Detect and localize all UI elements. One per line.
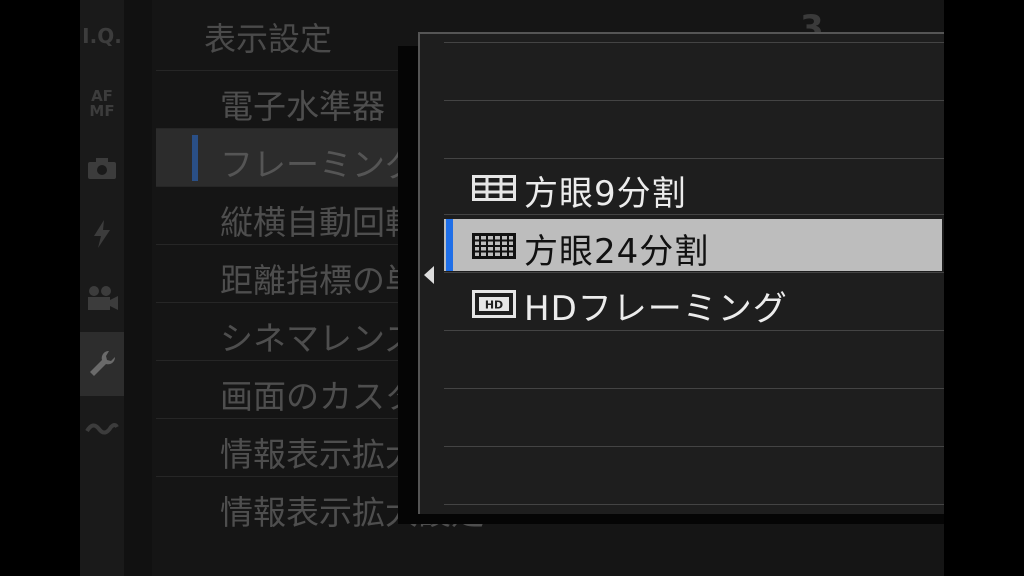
submenu-row: [444, 42, 944, 100]
grid-9-icon: [472, 175, 516, 205]
image-quality-text: I.Q.: [82, 24, 122, 48]
option-label: 方眼9分割: [524, 174, 687, 214]
camera-icon[interactable]: [80, 140, 124, 196]
camera-menu-screen: I.Q. AF MF 表示設定 3 電子水準器 フレーミングガイド 縦横自動回転…: [80, 0, 944, 576]
movie-icon[interactable]: [80, 270, 124, 326]
menu-item-label: 電子水準器: [220, 87, 385, 126]
menu-item-label: シネマレンズ: [220, 319, 418, 358]
option-grid-24[interactable]: 方眼24分割: [444, 219, 942, 272]
flash-icon[interactable]: [80, 206, 124, 262]
submenu-row: [444, 100, 944, 158]
menu-category-column: I.Q. AF MF: [80, 0, 124, 576]
submenu-row: [444, 446, 944, 504]
column-divider: [124, 0, 152, 576]
option-label: HDフレーミング: [524, 289, 788, 329]
menu-item-label: 情報表示拡大: [220, 435, 418, 474]
submenu-row: [444, 388, 944, 446]
image-quality-icon[interactable]: I.Q.: [80, 8, 124, 64]
option-hd-framing[interactable]: HD HDフレーミング: [444, 276, 942, 329]
af-mf-icon[interactable]: AF MF: [80, 76, 124, 132]
grid-24-icon: [472, 233, 516, 263]
option-label: 方眼24分割: [524, 232, 710, 272]
submenu-row: [444, 330, 944, 388]
back-arrow-icon[interactable]: [424, 266, 434, 284]
af-mf-text: AF MF: [89, 87, 115, 120]
wireless-icon[interactable]: [80, 400, 124, 456]
option-grid-9[interactable]: 方眼9分割: [444, 161, 942, 214]
menu-title: 表示設定: [204, 20, 333, 58]
hd-framing-icon: HD: [472, 290, 516, 322]
svg-text:HD: HD: [485, 299, 503, 312]
wrench-icon[interactable]: [80, 332, 124, 396]
submenu-row: [444, 504, 944, 509]
